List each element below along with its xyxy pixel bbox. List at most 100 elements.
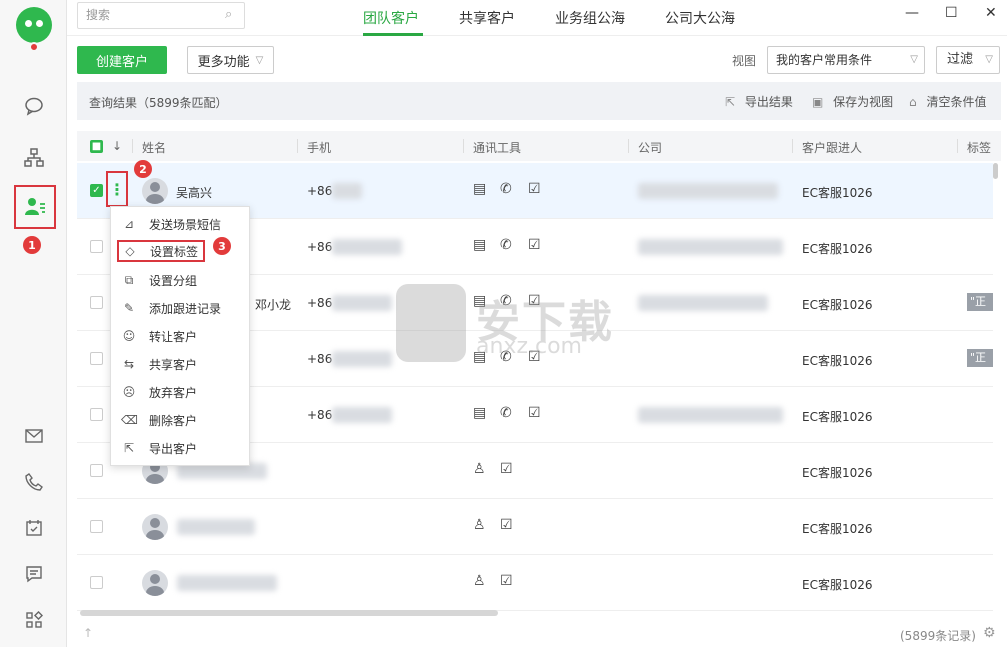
- tag-icon: ◇: [125, 244, 135, 258]
- table-row[interactable]: ♙ ☑ EC客服1026: [77, 499, 993, 555]
- horizontal-scrollbar[interactable]: [80, 610, 498, 616]
- menu-set-group[interactable]: ⧉ 设置分组: [121, 269, 197, 291]
- customer-name[interactable]: 邓小龙: [255, 296, 291, 313]
- tab-shared-customers[interactable]: 共享客户: [459, 8, 515, 28]
- menu-share-customer[interactable]: ⇆ 共享客户: [121, 353, 197, 375]
- column-company[interactable]: 公司: [638, 139, 662, 156]
- phone-icon[interactable]: [20, 468, 48, 496]
- redacted-phone: [332, 295, 392, 311]
- view-select[interactable]: 我的客户常用条件 ▽: [767, 46, 925, 74]
- column-comm-tools[interactable]: 通讯工具: [473, 139, 521, 156]
- row-more-button[interactable]: ⋮: [106, 171, 128, 207]
- save-view-button[interactable]: ▣ 保存为视图: [812, 93, 893, 110]
- row-checkbox[interactable]: [90, 408, 103, 421]
- column-divider: [297, 139, 298, 153]
- menu-delete-customer[interactable]: ⌫ 删除客户: [121, 409, 197, 431]
- column-name[interactable]: 姓名: [142, 139, 166, 156]
- vertical-scrollbar[interactable]: [993, 163, 998, 179]
- menu-item-label: 设置标签: [150, 244, 199, 259]
- column-divider: [957, 139, 958, 153]
- sms-icon[interactable]: ▤: [473, 405, 486, 421]
- sort-icon[interactable]: ↓: [112, 139, 122, 153]
- task-icon[interactable]: ☑: [500, 573, 513, 589]
- group-icon: ⧉: [124, 272, 134, 287]
- edit-record-icon: ✎: [123, 301, 135, 315]
- redacted-phone: [332, 183, 362, 199]
- apps-grid-icon[interactable]: [20, 606, 48, 634]
- task-icon[interactable]: ☑: [528, 237, 541, 253]
- row-checkbox[interactable]: [90, 296, 103, 309]
- column-tags[interactable]: 标签: [967, 139, 991, 156]
- menu-abandon-customer[interactable]: ☹ 放弃客户: [121, 381, 197, 403]
- task-icon[interactable]: ☑: [500, 517, 513, 533]
- row-checkbox[interactable]: [90, 352, 103, 365]
- call-icon[interactable]: ✆: [500, 181, 512, 197]
- more-functions-button[interactable]: 更多功能 ▽: [187, 46, 274, 74]
- redacted-name: [177, 519, 255, 535]
- menu-set-tag[interactable]: ◇ 设置标签: [117, 240, 205, 262]
- task-icon[interactable]: [20, 514, 48, 542]
- search-placeholder: 搜索: [86, 8, 111, 22]
- clear-conditions-button[interactable]: ⌂ 清空条件值: [909, 93, 986, 110]
- redacted-company: [638, 295, 768, 311]
- column-phone[interactable]: 手机: [307, 139, 331, 156]
- call-icon[interactable]: ✆: [500, 237, 512, 253]
- search-icon[interactable]: ⌕: [225, 7, 232, 22]
- chevron-down-icon: ▽: [910, 54, 918, 65]
- share-arrows-icon: ⇆: [123, 357, 135, 371]
- record-count: (5899条记录): [900, 629, 976, 643]
- sms-icon[interactable]: ▤: [473, 237, 486, 253]
- redacted-company: [638, 239, 783, 255]
- customer-name[interactable]: 吴高兴: [176, 184, 212, 201]
- create-customer-button[interactable]: 创建客户: [77, 46, 167, 74]
- app-logo[interactable]: [16, 7, 52, 43]
- menu-item-label: 发送场景短信: [149, 217, 222, 232]
- message-icon[interactable]: [20, 560, 48, 588]
- row-checkbox[interactable]: ✓: [90, 184, 103, 197]
- row-checkbox[interactable]: [90, 240, 103, 253]
- sms-icon[interactable]: ▤: [473, 181, 486, 197]
- customer-follower: EC客服1026: [802, 354, 873, 368]
- select-all-checkbox[interactable]: ■: [90, 140, 103, 153]
- task-icon[interactable]: ☑: [528, 405, 541, 421]
- view-label: 视图: [732, 54, 757, 68]
- clear-icon: ⌂: [909, 95, 917, 109]
- toolbar: 创建客户 更多功能 ▽ 视图 我的客户常用条件 ▽ 过滤 ▽: [67, 37, 1007, 81]
- column-follower[interactable]: 客户跟进人: [802, 139, 862, 156]
- filter-button[interactable]: 过滤 ▽: [936, 46, 1000, 74]
- menu-add-followup[interactable]: ✎ 添加跟进记录: [121, 297, 221, 319]
- close-button[interactable]: ✕: [985, 5, 997, 21]
- menu-export-customer[interactable]: ⇱ 导出客户: [121, 437, 197, 459]
- tab-company-pool[interactable]: 公司大公海: [665, 8, 735, 28]
- chat-icon[interactable]: [20, 92, 48, 120]
- customer-icon[interactable]: [14, 185, 56, 229]
- org-structure-icon[interactable]: [20, 144, 48, 172]
- menu-send-sms[interactable]: ⊿ 发送场景短信: [121, 213, 221, 235]
- row-checkbox[interactable]: [90, 520, 103, 533]
- table-row[interactable]: ♙ ☑ EC客服1026: [77, 555, 993, 611]
- mail-icon[interactable]: [20, 422, 48, 450]
- row-checkbox[interactable]: [90, 464, 103, 477]
- export-results-button[interactable]: ⇱ 导出结果: [725, 93, 793, 110]
- qq-icon[interactable]: ♙: [473, 461, 486, 477]
- tab-group-pool[interactable]: 业务组公海: [555, 8, 625, 28]
- menu-transfer-customer[interactable]: ☺ 转让客户: [121, 325, 197, 347]
- maximize-button[interactable]: ☐: [945, 5, 958, 21]
- qq-icon[interactable]: ♙: [473, 573, 486, 589]
- search-input[interactable]: 搜索: [77, 2, 245, 29]
- task-icon[interactable]: ☑: [500, 461, 513, 477]
- call-icon[interactable]: ✆: [500, 405, 512, 421]
- task-icon[interactable]: ☑: [528, 181, 541, 197]
- qq-icon[interactable]: ♙: [473, 517, 486, 533]
- scroll-top-icon[interactable]: ↑: [83, 626, 93, 640]
- tab-team-customers[interactable]: 团队客户: [363, 8, 419, 28]
- row-checkbox[interactable]: [90, 576, 103, 589]
- minimize-button[interactable]: —: [905, 5, 919, 21]
- clear-conditions-label: 清空条件值: [926, 95, 987, 109]
- status-badge: [29, 42, 39, 52]
- save-icon: ▣: [812, 95, 824, 109]
- gear-icon[interactable]: ⚙: [983, 625, 996, 641]
- logo-eye-right: [36, 20, 43, 27]
- column-divider: [792, 139, 793, 153]
- table-header: ■ ↓ 姓名 手机 通讯工具 公司 客户跟进人 标签: [77, 131, 1001, 161]
